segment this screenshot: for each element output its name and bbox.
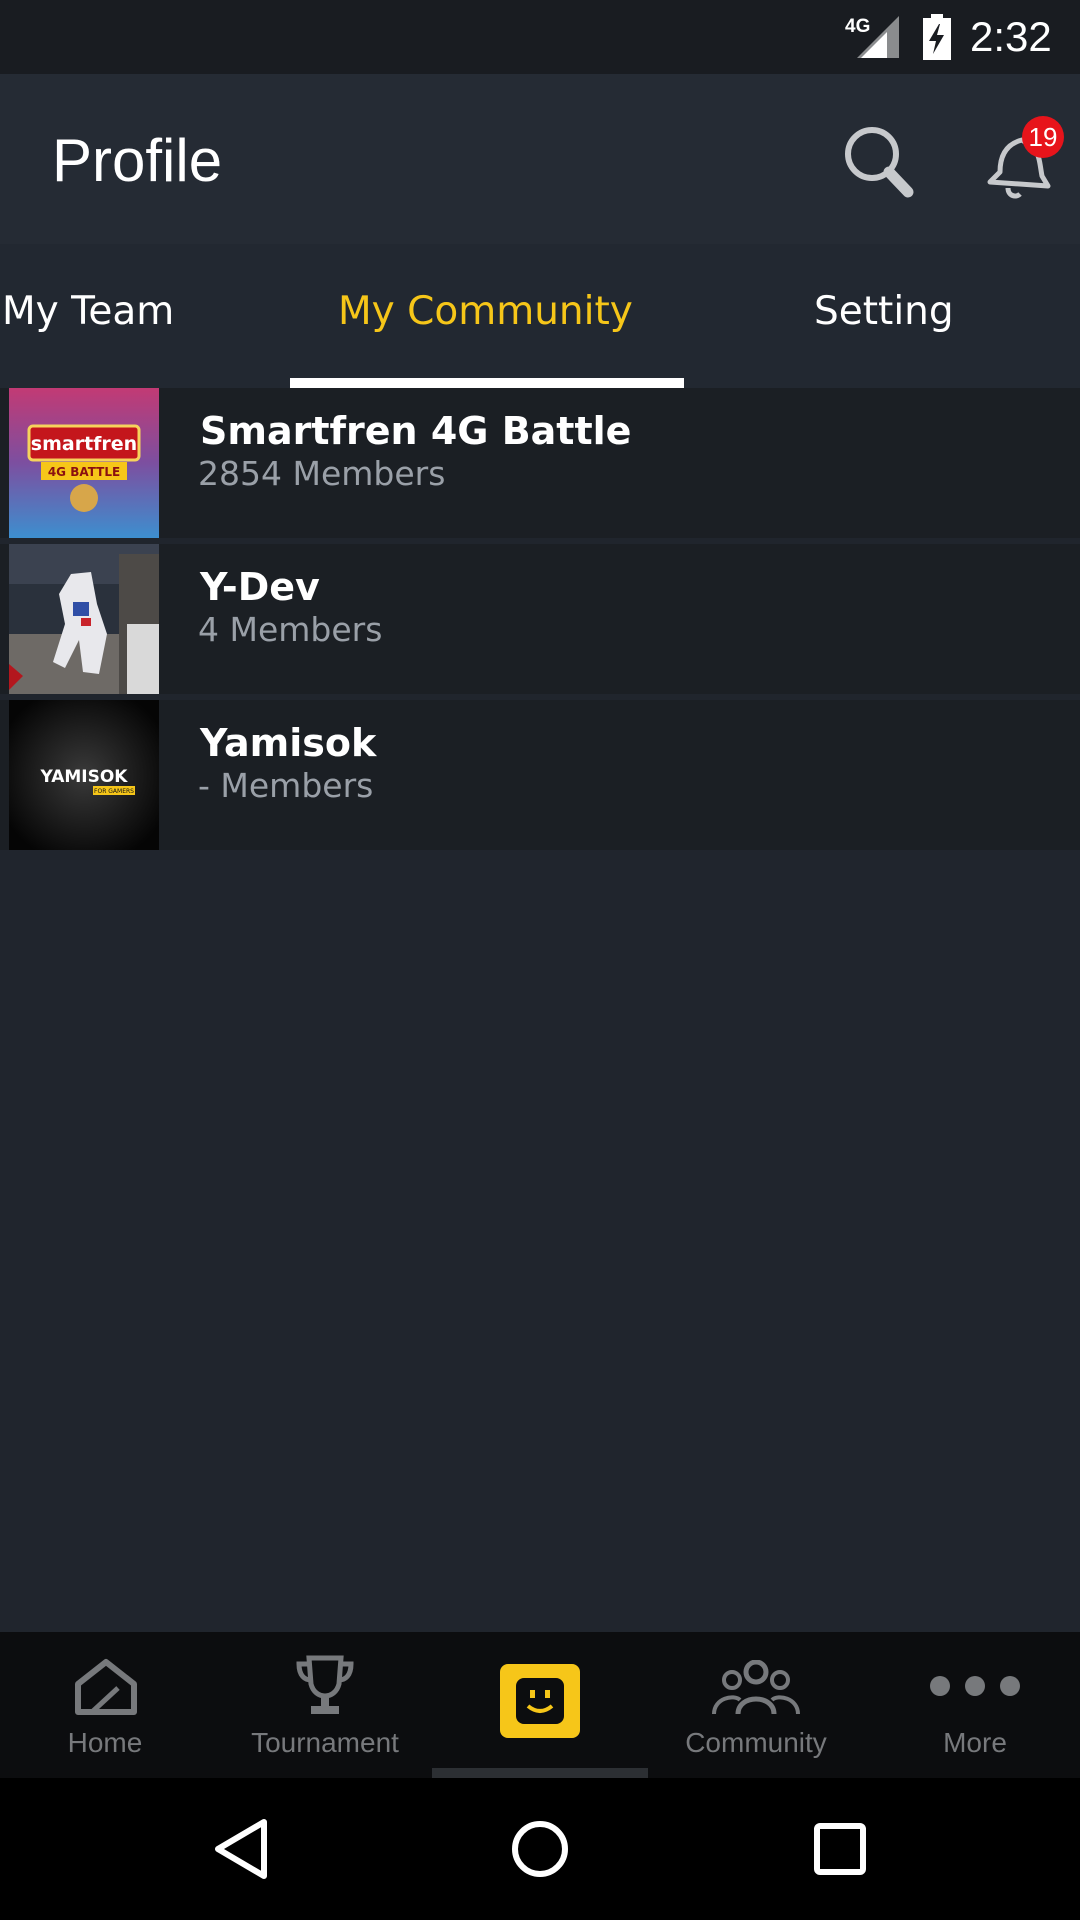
network-type: 4G xyxy=(845,16,870,37)
community-member-count: 4 Members xyxy=(198,610,383,649)
home-circle-icon[interactable] xyxy=(505,1814,575,1884)
home-icon xyxy=(75,1659,137,1715)
thumb-yamisok-sub: FOR GAMERS xyxy=(94,788,134,795)
thumb-battle-text: 4G BATTLE xyxy=(48,465,120,479)
community-thumbnail: YAMISOK FOR GAMERS xyxy=(9,700,159,850)
more-dots-icon xyxy=(930,1676,1020,1696)
people-icon xyxy=(712,1660,800,1715)
bottom-nav: Home Tournament Community More xyxy=(0,1632,1080,1778)
trophy-icon xyxy=(296,1655,354,1714)
nav-tournament[interactable]: Tournament xyxy=(240,1632,410,1778)
back-icon[interactable] xyxy=(206,1814,276,1884)
system-nav-bar xyxy=(0,1778,1080,1920)
community-member-count: - Members xyxy=(198,766,374,805)
nav-profile[interactable] xyxy=(500,1664,580,1738)
nav-community[interactable]: Community xyxy=(676,1632,836,1778)
nav-more[interactable]: More xyxy=(910,1632,1040,1778)
community-name: Yamisok xyxy=(200,721,377,765)
signal-icon: 4G xyxy=(845,16,899,58)
clock: 2:32 xyxy=(970,13,1052,60)
recents-icon[interactable] xyxy=(805,1814,875,1884)
tab-my-team[interactable]: My Team xyxy=(2,284,174,340)
page-title: Profile xyxy=(52,127,223,194)
thumb-smartfren-text: smartfren xyxy=(31,433,137,455)
active-tab-indicator xyxy=(290,378,684,388)
status-bar: 4G 2:32 xyxy=(0,0,1080,74)
community-member-count: 2854 Members xyxy=(198,454,446,493)
notification-badge: 19 xyxy=(1022,116,1064,158)
profile-tabs: My Team My Community Setting xyxy=(0,244,1080,388)
thumb-yamisok-text: YAMISOK xyxy=(40,767,129,787)
community-item-yamisok[interactable]: YAMISOK FOR GAMERS Yamisok - Members xyxy=(0,700,1080,850)
community-thumbnail: smartfren 4G BATTLE xyxy=(9,388,159,538)
nav-label-more: More xyxy=(943,1727,1007,1758)
community-name: Smartfren 4G Battle xyxy=(200,409,632,453)
search-icon[interactable] xyxy=(838,122,918,202)
tab-setting[interactable]: Setting xyxy=(814,284,954,340)
nav-label-tournament: Tournament xyxy=(251,1727,399,1758)
tab-my-community[interactable]: My Community xyxy=(338,284,633,340)
nav-label-community: Community xyxy=(685,1727,827,1758)
nav-label-home: Home xyxy=(67,1727,143,1758)
nav-home[interactable]: Home xyxy=(40,1632,170,1778)
app-bar: Profile 19 xyxy=(0,74,1080,244)
battery-charging-icon xyxy=(923,14,951,60)
community-item-y-dev[interactable]: Y-Dev 4 Members xyxy=(0,544,1080,694)
community-item-smartfren[interactable]: smartfren 4G BATTLE Smartfren 4G Battle … xyxy=(0,388,1080,538)
active-nav-indicator xyxy=(432,1768,648,1778)
community-thumbnail xyxy=(9,544,159,694)
community-name: Y-Dev xyxy=(200,565,320,609)
smiley-icon xyxy=(516,1678,564,1724)
